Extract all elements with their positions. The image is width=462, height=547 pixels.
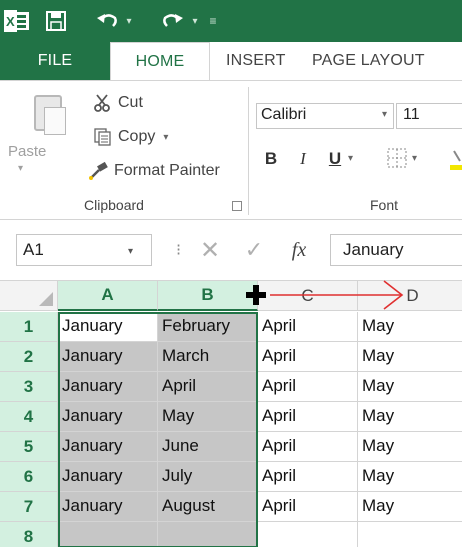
cell[interactable]: April [258, 372, 358, 402]
row-header[interactable]: 5 [0, 432, 58, 462]
cell[interactable]: May [358, 402, 462, 432]
formula-input[interactable]: January [330, 234, 462, 266]
cell[interactable]: April [258, 342, 358, 372]
clipboard-dialog-launcher-icon[interactable] [232, 201, 242, 211]
cell[interactable]: January [58, 402, 158, 432]
cell[interactable]: July [158, 462, 258, 492]
copy-icon [92, 127, 114, 147]
paste-label[interactable]: Paste [8, 143, 46, 160]
cell[interactable]: March [158, 342, 258, 372]
underline-button[interactable]: U [326, 147, 344, 171]
borders-dropdown-icon[interactable]: ▾ [412, 153, 417, 164]
customize-qat-icon[interactable]: ≡ [206, 8, 220, 34]
cell[interactable] [358, 522, 462, 547]
save-icon[interactable] [44, 8, 68, 34]
paste-sheet-icon [44, 107, 66, 135]
format-painter-label: Format Painter [114, 162, 220, 179]
cell[interactable]: May [358, 462, 462, 492]
formula-bar-grip-icon[interactable]: ⁝ [176, 240, 181, 260]
cell[interactable] [58, 522, 158, 547]
enter-check-icon[interactable]: ✓ [242, 234, 266, 266]
tab-file[interactable]: FILE [0, 42, 110, 80]
cell[interactable]: January [58, 342, 158, 372]
row-header[interactable]: 4 [0, 402, 58, 432]
format-painter-button[interactable]: Format Painter [88, 157, 220, 185]
borders-icon[interactable] [386, 147, 408, 169]
font-name-select[interactable]: Calibri [256, 103, 394, 129]
cell[interactable]: February [158, 312, 258, 342]
ribbon-tabs: FILE HOME INSERT PAGE LAYOUT [0, 42, 462, 81]
svg-text:X: X [6, 14, 15, 29]
cell[interactable]: April [258, 312, 358, 342]
scissors-icon [92, 93, 114, 113]
row-header[interactable]: 2 [0, 342, 58, 372]
cut-label: Cut [118, 94, 143, 111]
paste-dropdown-icon[interactable]: ▾ [18, 163, 23, 174]
cancel-icon[interactable]: ✕ [198, 234, 222, 266]
row-header[interactable]: 8 [0, 522, 58, 547]
cell[interactable]: April [258, 402, 358, 432]
cell[interactable]: June [158, 432, 258, 462]
ribbon-divider [248, 87, 249, 215]
cell[interactable]: April [258, 462, 358, 492]
cell[interactable]: May [358, 312, 462, 342]
cell[interactable]: May [358, 372, 462, 402]
excel-logo-icon[interactable]: X [4, 8, 30, 34]
cell[interactable]: January [58, 492, 158, 522]
cell[interactable]: April [258, 432, 358, 462]
tab-page-layout[interactable]: PAGE LAYOUT [312, 42, 452, 80]
cell[interactable]: April [258, 492, 358, 522]
italic-button[interactable]: I [294, 147, 312, 171]
insert-function-button[interactable]: fx [284, 234, 314, 266]
select-all-button[interactable] [0, 281, 58, 311]
undo-icon[interactable] [94, 8, 120, 34]
cell[interactable]: August [158, 492, 258, 522]
title-bar: X ▾ ▾ ≡ [0, 0, 462, 42]
copy-label: Copy [118, 128, 156, 145]
cell[interactable]: May [358, 432, 462, 462]
cell[interactable]: January [58, 372, 158, 402]
cut-button[interactable]: Cut [92, 89, 143, 117]
cell[interactable]: January [58, 312, 158, 342]
cell[interactable]: May [358, 492, 462, 522]
cell[interactable]: April [158, 372, 258, 402]
redo-dropdown-icon[interactable]: ▾ [188, 8, 202, 34]
font-name-dropdown-icon[interactable]: ▾ [382, 109, 387, 120]
undo-dropdown-icon[interactable]: ▾ [122, 8, 136, 34]
tab-home[interactable]: HOME [110, 42, 210, 81]
cell[interactable]: January [58, 432, 158, 462]
row-header[interactable]: 7 [0, 492, 58, 522]
name-box-dropdown-icon[interactable]: ▾ [128, 246, 133, 257]
font-size-select[interactable]: 11 [396, 103, 462, 129]
cell[interactable] [158, 522, 258, 547]
column-header-a[interactable]: A [58, 281, 158, 311]
bold-button[interactable]: B [262, 147, 280, 171]
copy-dropdown-icon[interactable]: ▾ [163, 132, 168, 143]
tab-insert[interactable]: INSERT [226, 42, 292, 80]
column-header-b[interactable]: B [158, 281, 258, 311]
select-all-triangle-icon [39, 292, 53, 306]
underline-dropdown-icon[interactable]: ▾ [348, 153, 353, 164]
font-group-label: Font [370, 197, 399, 213]
formula-bar: A1 ▾ ⁝ ✕ ✓ fx January [0, 220, 462, 280]
copy-button[interactable]: Copy ▾ [92, 123, 168, 151]
move-cursor-icon [246, 285, 266, 305]
clipboard-group-label: Clipboard [84, 197, 144, 213]
cell[interactable] [258, 522, 358, 547]
row-header[interactable]: 6 [0, 462, 58, 492]
row-header[interactable]: 1 [0, 312, 58, 342]
worksheet-grid[interactable]: A B C D 1 January February April May 2 January Marc… [0, 280, 462, 547]
cell[interactable]: January [58, 462, 158, 492]
cell[interactable]: May [158, 402, 258, 432]
paintbrush-icon [88, 161, 110, 181]
row-header[interactable]: 3 [0, 372, 58, 402]
ribbon-home: Paste ▾ Cut Copy ▾ Format Painter Clipbo… [0, 80, 462, 220]
redo-icon[interactable] [160, 8, 186, 34]
fill-color-icon[interactable] [450, 147, 462, 171]
drag-arrow-annotation-icon [270, 280, 404, 310]
cell[interactable]: May [358, 342, 462, 372]
